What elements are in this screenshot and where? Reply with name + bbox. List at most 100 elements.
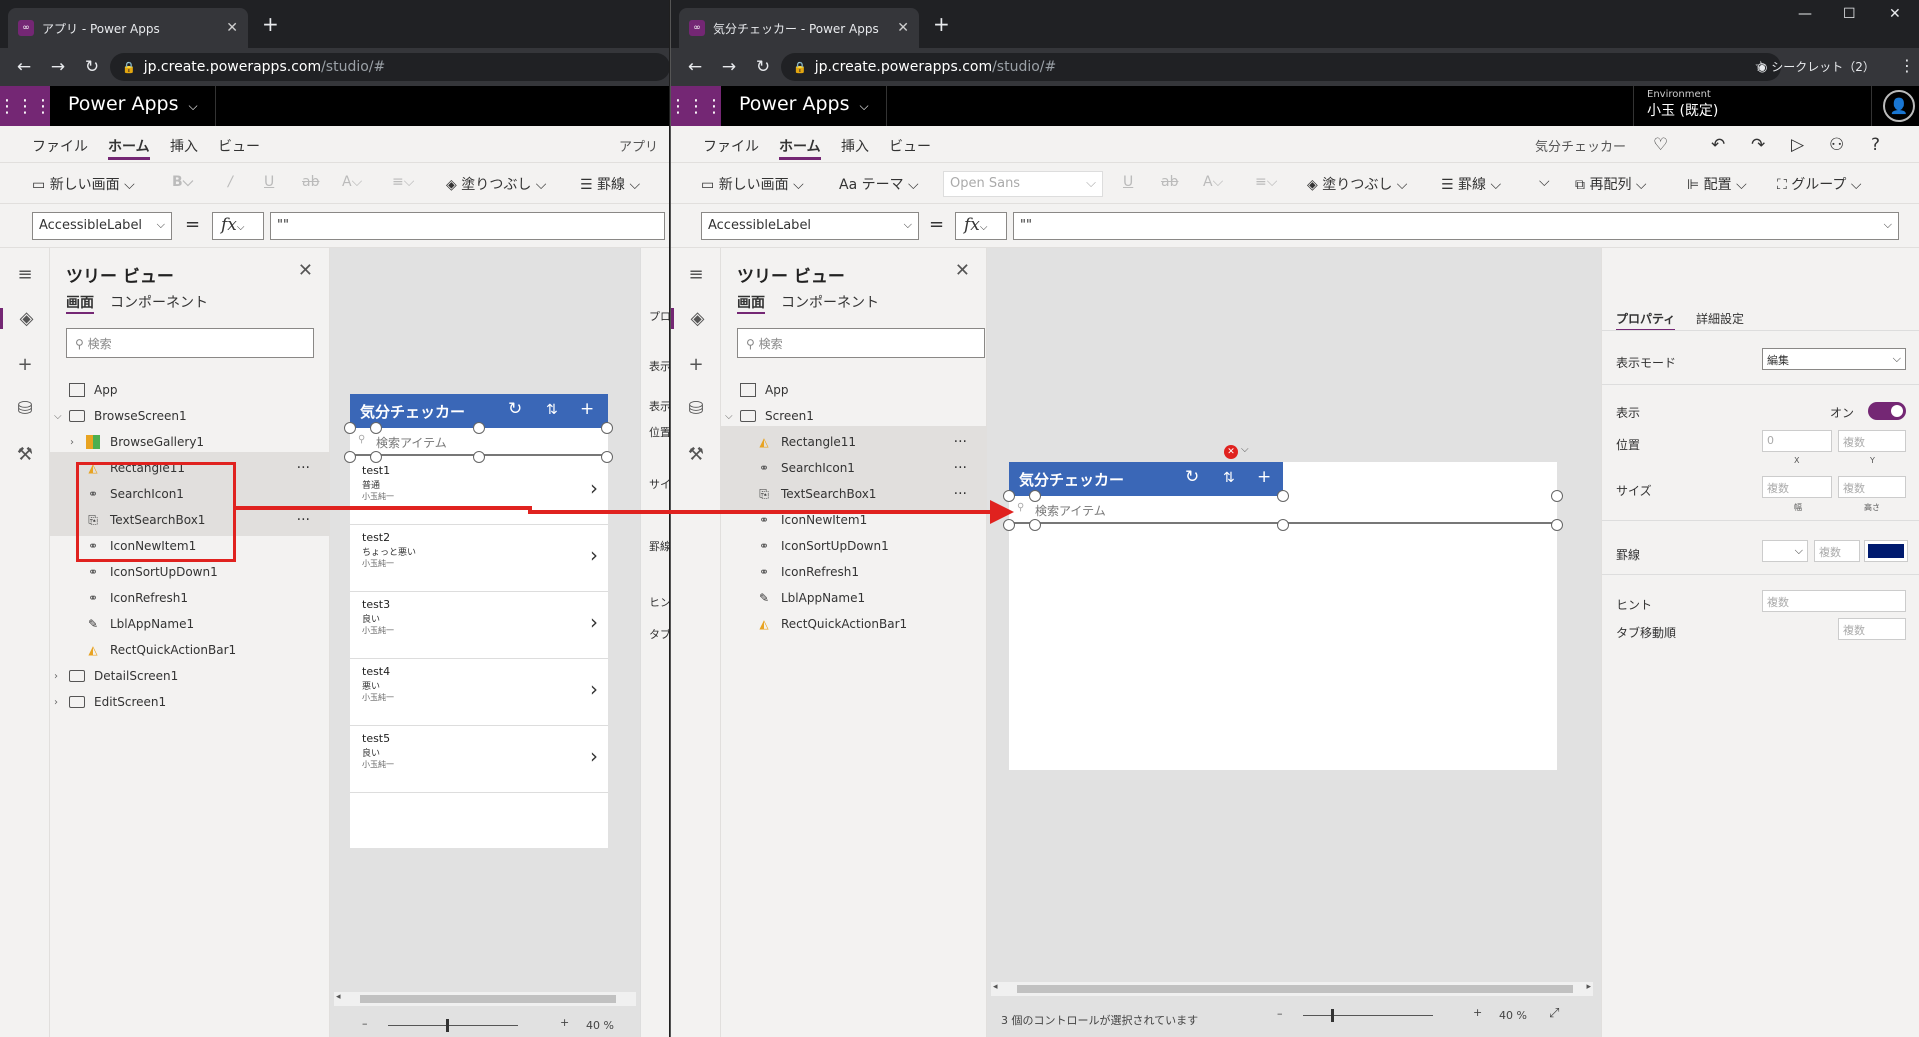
- close-icon[interactable]: ✕: [298, 260, 313, 281]
- more-options-icon[interactable]: ···: [297, 512, 310, 528]
- browser-tab[interactable]: ∞ アプリ - Power Apps ✕: [8, 8, 248, 48]
- environment-picker[interactable]: Environment 小玉 (既定): [1647, 89, 1718, 120]
- menu-view[interactable]: ビュー: [218, 136, 260, 156]
- tree-search-input[interactable]: ⚲ 検索: [737, 328, 985, 358]
- app-screen-preview[interactable]: 気分チェッカー ↻ ⇅ + ⚲ 検索アイテム: [1003, 462, 1563, 770]
- gallery-item[interactable]: test2 ちょっと悪い 小玉純一 ›: [350, 525, 608, 592]
- sort-updown-icon[interactable]: ⇅: [1223, 470, 1235, 486]
- zoom-out-icon[interactable]: –: [1277, 1007, 1283, 1020]
- close-window-icon[interactable]: ✕: [1889, 6, 1901, 22]
- refresh-icon[interactable]: ↻: [1185, 467, 1199, 487]
- close-tab-icon[interactable]: ✕: [897, 20, 909, 36]
- database-icon[interactable]: ⛁: [0, 398, 50, 419]
- underline-icon[interactable]: U: [264, 174, 274, 190]
- border-color-swatch[interactable]: [1864, 540, 1908, 562]
- scroll-left-icon[interactable]: ◂: [336, 992, 341, 1002]
- resize-handle[interactable]: [344, 422, 356, 434]
- new-item-icon[interactable]: +: [580, 399, 594, 419]
- align-text-icon[interactable]: ≡⌵: [392, 174, 414, 190]
- scroll-right-icon[interactable]: ▸: [1586, 982, 1591, 992]
- play-icon[interactable]: ▷: [1791, 135, 1804, 155]
- browser-tab[interactable]: ∞ 気分チェッカー - Power Apps ✕: [679, 8, 919, 48]
- tab-properties[interactable]: プロパティ: [1616, 310, 1676, 331]
- resize-handle[interactable]: [1551, 490, 1563, 502]
- zoom-out-icon[interactable]: –: [362, 1017, 368, 1030]
- user-avatar-icon[interactable]: 👤: [1883, 90, 1915, 122]
- visible-toggle[interactable]: [1868, 402, 1906, 420]
- resize-handle[interactable]: [601, 422, 613, 434]
- font-size-icon[interactable]: A⌵: [342, 174, 362, 190]
- zoom-track[interactable]: [1303, 1015, 1433, 1016]
- fx-button[interactable]: fx⌵: [212, 212, 264, 240]
- fill-button[interactable]: ◈ 塗りつぶし ⌵: [1307, 174, 1407, 194]
- forward-icon[interactable]: →: [719, 57, 739, 77]
- tree-search-input[interactable]: ⚲ 検索: [66, 328, 314, 358]
- url-field[interactable]: 🔒 jp.create.powerapps.com/studio/#: [110, 53, 669, 81]
- help-icon[interactable]: ?: [1871, 135, 1880, 155]
- menu-insert[interactable]: 挿入: [841, 136, 869, 156]
- app-launcher[interactable]: Power Apps ⌵: [68, 93, 198, 115]
- app-launcher[interactable]: Power Apps ⌵: [739, 93, 869, 115]
- forward-icon[interactable]: →: [48, 57, 68, 77]
- resize-handle[interactable]: [473, 422, 485, 434]
- menu-home[interactable]: ホーム: [108, 136, 150, 160]
- strikethrough-icon[interactable]: ab: [302, 174, 319, 190]
- chevron-down-icon[interactable]: ⌵: [54, 411, 66, 422]
- tree-item[interactable]: › EditScreen1: [50, 686, 330, 718]
- tab-index-input[interactable]: 複数: [1838, 618, 1906, 640]
- resize-handle[interactable]: [1277, 490, 1289, 502]
- menu-home[interactable]: ホーム: [779, 136, 821, 160]
- height-input[interactable]: 複数: [1838, 476, 1906, 498]
- chevron-down-icon[interactable]: ⌵: [725, 411, 737, 422]
- tree-item[interactable]: ◭ RectQuickActionBar1: [721, 608, 987, 640]
- hamburger-icon[interactable]: ≡: [0, 264, 50, 285]
- fill-button[interactable]: ◈ 塗りつぶし ⌵: [446, 174, 546, 194]
- waffle-icon[interactable]: ⋮⋮⋮: [671, 86, 723, 126]
- tab-screens[interactable]: 画面: [66, 292, 94, 314]
- zoom-in-icon[interactable]: +: [560, 1016, 569, 1029]
- chevron-right-icon[interactable]: ›: [54, 671, 66, 682]
- tools-icon[interactable]: ⚒: [671, 444, 721, 465]
- minimize-icon[interactable]: —: [1798, 6, 1812, 22]
- resize-handle[interactable]: [370, 422, 382, 434]
- close-icon[interactable]: ✕: [955, 260, 970, 281]
- tools-icon[interactable]: ⚒: [0, 444, 50, 465]
- horizontal-scrollbar[interactable]: ◂: [334, 992, 636, 1006]
- formula-input[interactable]: "" ⌵: [1013, 212, 1899, 240]
- bold-icon[interactable]: B⌵: [172, 174, 193, 190]
- resize-handle[interactable]: [1003, 490, 1015, 502]
- undo-icon[interactable]: ↶: [1711, 135, 1725, 155]
- scroll-thumb[interactable]: [360, 995, 616, 1003]
- more-options-icon[interactable]: ···: [954, 486, 967, 502]
- formula-input[interactable]: "": [270, 212, 665, 240]
- zoom-knob[interactable]: [1331, 1009, 1334, 1022]
- menu-view[interactable]: ビュー: [889, 136, 931, 156]
- reorder-button[interactable]: ⧉ 再配列 ⌵: [1575, 174, 1647, 194]
- chevron-down-icon[interactable]: ⌵: [1241, 444, 1249, 455]
- chevron-right-icon[interactable]: ›: [70, 437, 82, 448]
- waffle-icon[interactable]: ⋮⋮⋮: [0, 86, 52, 126]
- resize-handle[interactable]: [1277, 519, 1289, 531]
- maximize-icon[interactable]: ☐: [1843, 6, 1856, 22]
- scroll-thumb[interactable]: [1017, 985, 1573, 993]
- align-text-icon[interactable]: ≡⌵: [1255, 174, 1277, 190]
- property-dropdown[interactable]: AccessibleLabel ⌵: [32, 212, 172, 240]
- resize-handle[interactable]: [1029, 490, 1041, 502]
- add-icon[interactable]: +: [0, 354, 50, 375]
- zoom-in-icon[interactable]: +: [1473, 1006, 1482, 1019]
- gallery-item[interactable]: test3 良い 小玉純一 ›: [350, 592, 608, 659]
- zoom-track[interactable]: [388, 1025, 518, 1026]
- width-input[interactable]: 複数: [1762, 476, 1832, 498]
- gallery-item[interactable]: test5 良い 小玉純一 ›: [350, 726, 608, 793]
- scroll-left-icon[interactable]: ◂: [993, 982, 998, 992]
- incognito-badge[interactable]: ◉ シークレット（2）: [1757, 58, 1875, 75]
- tab-components[interactable]: コンポーネント: [781, 292, 879, 312]
- position-y-input[interactable]: 複数: [1838, 430, 1906, 452]
- reload-icon[interactable]: ↻: [82, 57, 102, 77]
- layers-icon[interactable]: ◈: [0, 308, 50, 329]
- chevron-right-icon[interactable]: ›: [590, 610, 598, 634]
- menu-file[interactable]: ファイル: [32, 136, 88, 156]
- new-screen-button[interactable]: ▭ 新しい画面 ⌵: [701, 174, 804, 194]
- menu-file[interactable]: ファイル: [703, 136, 759, 156]
- property-dropdown[interactable]: AccessibleLabel ⌵: [701, 212, 919, 240]
